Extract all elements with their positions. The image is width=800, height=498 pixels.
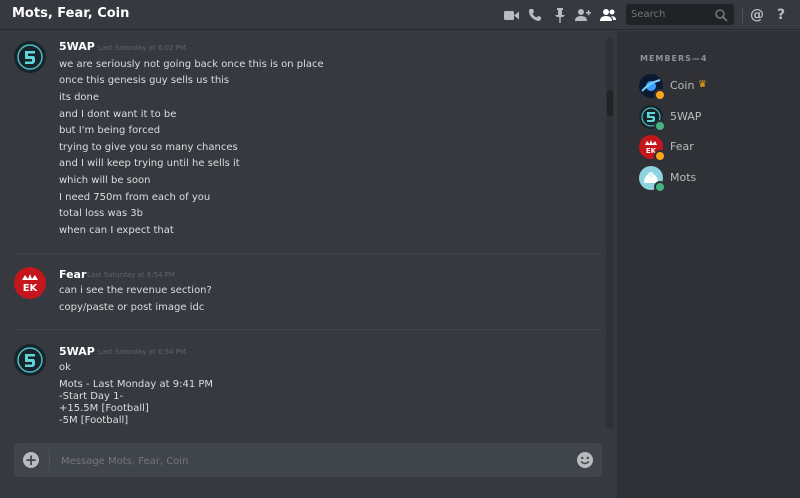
channel-title: Mots, Fear, Coin [12,6,130,21]
status-indicator [654,120,666,132]
member-item[interactable]: Coin ♛ [639,74,789,101]
message-line: +15.5M [Football] [59,403,149,414]
message-timestamp: Last Saturday at 6:02 PM [98,44,187,52]
message-line: but I'm being forced [59,125,161,136]
member-name: Coin [670,79,695,92]
member-item[interactable]: EK Fear [639,135,789,162]
message-line: ok [59,362,71,373]
search-box[interactable] [626,4,734,25]
message-line: can i see the revenue section? [59,285,212,296]
message-line: -Start Day 1- [59,391,124,402]
add-member-icon[interactable] [575,7,591,23]
status-indicator [654,150,666,162]
message-line: and I dont want it to be [59,109,177,120]
status-indicator [654,89,666,101]
member-name: 5WAP [670,110,702,123]
message-line: once this genesis guy sells us this [59,75,230,86]
message-line: and I will keep trying until he sells it [59,158,240,169]
message-line: when can I expect that [59,225,174,236]
message-line: Mots - Last Monday at 9:41 PM [59,379,214,390]
message-author[interactable]: 5WAP [59,345,95,358]
message-line: which will be soon [59,175,151,186]
avatar[interactable] [14,41,46,73]
status-indicator [654,181,666,193]
search-icon [714,7,728,22]
upload-plus-icon[interactable]: + [23,452,39,468]
message-line: total loss was 3b [59,208,143,219]
members-header: MEMBERS—4 [640,54,708,63]
search-input[interactable] [626,4,710,25]
message-line: I need 750m from each of you [59,192,211,203]
pin-icon[interactable] [552,7,568,23]
message-list[interactable]: 5WAP Last Saturday at 6:02 PM we are ser… [0,31,605,431]
message-input[interactable] [59,449,563,473]
member-list: MEMBERS—4 Coin ♛ 5WAP EK Fear Mots [617,31,800,498]
message-line: -5M [Football] [59,415,129,426]
message-line: trying to give you so many chances [59,142,238,153]
video-camera-icon[interactable] [503,7,519,23]
emoji-icon[interactable] [576,451,594,469]
avatar[interactable]: EK [14,267,46,299]
composer-divider [49,450,50,470]
phone-icon[interactable] [527,7,543,23]
message-divider [14,253,602,254]
svg-text:EK: EK [23,283,39,294]
message-timestamp: Last Saturday at 6:54 PM [87,271,176,279]
header-divider [742,7,743,23]
avatar[interactable] [14,344,46,376]
message-line: its done [59,92,100,103]
message-composer: + [14,443,602,477]
scrollbar-thumb[interactable] [607,90,613,116]
members-list-icon[interactable] [599,7,617,23]
message-author[interactable]: 5WAP [59,40,95,53]
crown-icon: ♛ [698,79,707,90]
member-name: Mots [670,171,697,184]
message-author[interactable]: Fear [59,268,86,281]
channel-header: Mots, Fear, Coin @ ? [0,0,800,30]
message-scrollbar[interactable] [606,37,614,429]
message-line: copy/paste or post image idc [59,302,205,313]
member-name: Fear [670,140,694,153]
help-icon[interactable]: ? [773,7,789,23]
member-item[interactable]: 5WAP [639,105,789,132]
message-divider [14,329,602,330]
message-line: we are seriously not going back once thi… [59,59,324,70]
chat-area: 5WAP Last Saturday at 6:02 PM we are ser… [0,31,617,498]
message-timestamp: Last Saturday at 6:54 PM [98,348,187,356]
member-item[interactable]: Mots [639,166,789,193]
mention-icon[interactable]: @ [749,7,765,23]
